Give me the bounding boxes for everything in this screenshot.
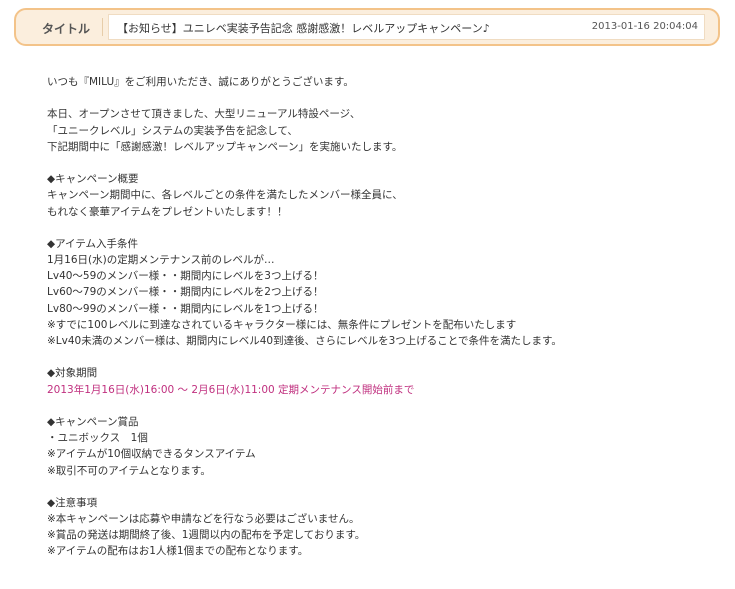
body-line: ※本キャンペーンは応募や申請などを行なう必要はございません。 bbox=[47, 513, 360, 526]
body-line: ※賞品の発送は期間終了後、1週間以内の配布を予定しております。 bbox=[47, 529, 366, 542]
post-header: タイトル 【お知らせ】ユニレベ実装予告記念 感謝感激！レベルアップキャンペーン♪… bbox=[14, 8, 720, 46]
body-line: ◆対象期間 bbox=[47, 367, 98, 380]
body-line: 本日、オープンさせて頂きました、大型リニューアル特設ページ、 bbox=[47, 108, 361, 121]
body-line: ※取引不可のアイテムとなります。 bbox=[47, 464, 211, 477]
body-line: ・ユニボックス 1個 bbox=[47, 432, 148, 445]
body-line: ◆アイテム入手条件 bbox=[47, 237, 139, 250]
title-box: 【お知らせ】ユニレベ実装予告記念 感謝感激！レベルアップキャンペーン♪ 2013… bbox=[108, 14, 705, 40]
body-line: いつも『MILU』をご利用いただき、誠にありがとうございます。 bbox=[47, 76, 354, 88]
title-label: タイトル bbox=[42, 22, 91, 36]
body-line: ◆キャンペーン賞品 bbox=[47, 415, 139, 428]
body-line: 「ユニークレベル」システムの実装予告を記念して、 bbox=[47, 124, 298, 137]
post-title: 【お知らせ】ユニレベ実装予告記念 感謝感激！レベルアップキャンペーン♪ bbox=[117, 22, 490, 35]
body-line: ◆注意事項 bbox=[47, 496, 98, 509]
body-line: もれなく豪華アイテムをプレゼントいたします！！ bbox=[47, 205, 288, 218]
body-line: ※アイテムの配布はお1人様1個までの配布となります。 bbox=[47, 545, 309, 558]
post-body: いつも『MILU』をご利用いただき、誠にありがとうございます。 本日、オープンさせ… bbox=[47, 74, 687, 560]
post-date: 2013-01-16 20:04:04 bbox=[591, 21, 698, 32]
header-divider bbox=[102, 18, 103, 36]
body-line: Lv80〜99のメンバー様・・期間内にレベルを1つ上げる！ bbox=[47, 302, 324, 315]
body-line: 1月16日(水)の定期メンテナンス前のレベルが… bbox=[47, 254, 275, 267]
body-line: 下記期間中に「感謝感激！レベルアップキャンペーン」を実施いたします。 bbox=[47, 140, 403, 153]
body-line: ◆キャンペーン概要 bbox=[47, 173, 139, 186]
body-line: ※すでに100レベルに到達なされているキャラクター様には、無条件にプレゼントを配… bbox=[47, 318, 517, 331]
body-line: Lv40〜59のメンバー様・・期間内にレベルを3つ上げる！ bbox=[47, 270, 324, 283]
body-line: Lv60〜79のメンバー様・・期間内にレベルを2つ上げる！ bbox=[47, 286, 324, 299]
body-line: 2013年1月16日(水)16:00 〜 2月6日(水)11:00 定期メンテナ… bbox=[47, 383, 415, 396]
body-line: ※Lv40未満のメンバー様は、期間内にレベル40到達後、さらにレベルを3つ上げる… bbox=[47, 335, 562, 347]
body-line: ※アイテムが10個収納できるタンスアイテム bbox=[47, 448, 256, 461]
body-line: キャンペーン期間中に、各レベルごとの条件を満たしたメンバー様全員に、 bbox=[47, 189, 403, 202]
